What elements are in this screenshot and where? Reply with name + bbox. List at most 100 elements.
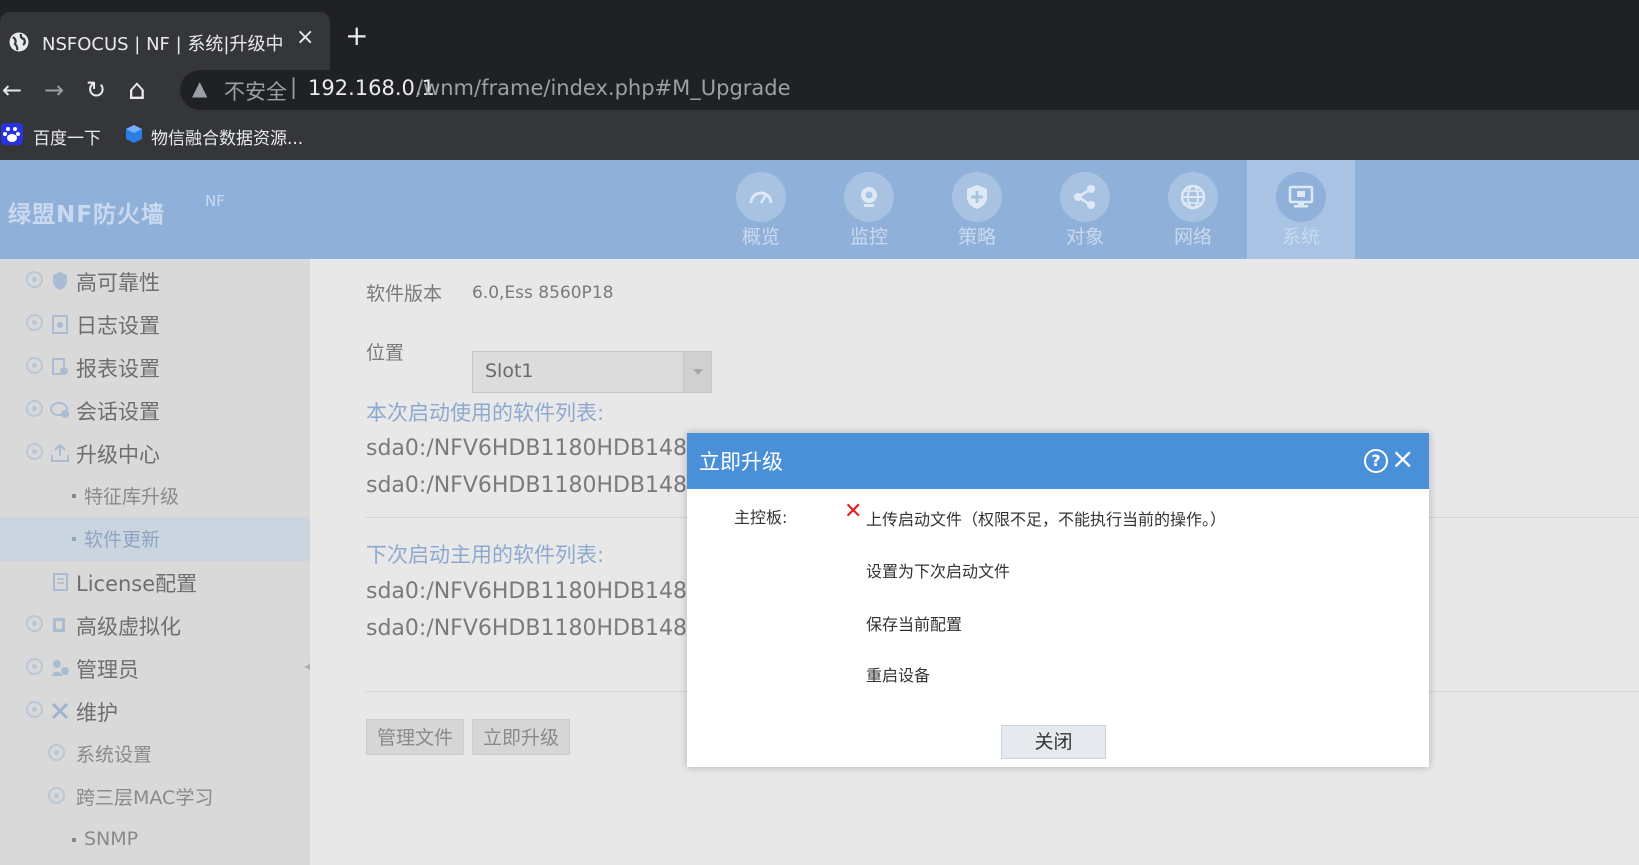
- help-icon[interactable]: ?: [1364, 449, 1388, 473]
- sidebar-item-signature-upgrade[interactable]: 特征库升级: [0, 474, 310, 518]
- app-logo-sub: NF: [205, 192, 225, 210]
- sidebar-item-mac-learning[interactable]: 跨三层MAC学习: [0, 775, 310, 819]
- close-icon[interactable]: ×: [1391, 443, 1414, 475]
- sidebar-item-log-settings[interactable]: 日志设置: [0, 302, 310, 346]
- upload-icon: [51, 443, 69, 462]
- sidebar-item-software-update[interactable]: 软件更新: [0, 517, 310, 561]
- browser-toolbar: ← → ↻ ⌂ ▲ 不安全 | 192.168.0.1 /wnm/frame/i…: [0, 70, 1639, 110]
- upgrade-now-button[interactable]: 立即升级: [472, 719, 571, 755]
- shield-plus-icon: [952, 172, 1002, 222]
- current-software-path: sda0:/NFV6HDB1180HDB1480: [366, 473, 702, 498]
- bullet: [72, 838, 76, 842]
- sidebar-item-label: SNMP: [84, 828, 139, 850]
- sidebar-item-virtualization[interactable]: 高级虚拟化: [0, 603, 310, 647]
- nav-monitor[interactable]: 监控: [815, 160, 923, 259]
- main-board-label: 主控板:: [734, 508, 788, 527]
- nav-system[interactable]: 系统: [1247, 160, 1355, 259]
- virtual-icon: [53, 618, 65, 632]
- sidebar-item-label: 报表设置: [76, 357, 160, 381]
- app-header: 绿盟NF防火墙 NF 概览 监控 策略 对象 网络 系统: [0, 160, 1639, 259]
- security-label: 不安全: [224, 80, 287, 104]
- current-software-path: sda0:/NFV6HDB1180HDB1480: [366, 436, 702, 461]
- expander-icon[interactable]: [26, 701, 43, 718]
- sidebar-item-admin[interactable]: 管理员: [0, 646, 310, 690]
- manage-files-button[interactable]: 管理文件: [366, 719, 465, 755]
- location-select-value: Slot1: [485, 360, 534, 382]
- bookmarks-bar: 百度一下 物信融合数据资源...: [0, 110, 1639, 160]
- new-tab-button[interactable]: +: [345, 22, 368, 50]
- sidebar-item-label: 会话设置: [76, 400, 160, 424]
- bullet: [72, 494, 76, 498]
- error-icon: ✕: [844, 499, 863, 524]
- location-select[interactable]: Slot1: [472, 351, 712, 393]
- step-upload: 上传启动文件（权限不足，不能执行当前的操作。）: [866, 510, 1227, 529]
- url-path: /wnm/frame/index.php#M_Upgrade: [416, 76, 791, 100]
- license-icon: [53, 573, 68, 591]
- tab-close-icon[interactable]: ×: [296, 25, 314, 50]
- sidebar-item-label: 跨三层MAC学习: [76, 787, 214, 809]
- upgrade-dialog: 立即升级 ? × 主控板: ✕ 上传启动文件（权限不足，不能执行当前的操作。） …: [687, 433, 1429, 767]
- expander-icon[interactable]: [26, 615, 43, 632]
- nav-object[interactable]: 对象: [1031, 160, 1139, 259]
- forward-icon[interactable]: →: [44, 70, 64, 110]
- expander-icon[interactable]: [26, 443, 43, 460]
- report-icon: [52, 358, 68, 375]
- sidebar-item-high-availability[interactable]: 高可靠性: [0, 259, 310, 303]
- nav-label: 系统: [1281, 226, 1320, 248]
- sidebar-item-label: 系统设置: [76, 744, 153, 766]
- back-icon[interactable]: ←: [2, 70, 22, 110]
- sidebar-item-session-settings[interactable]: 会话设置: [0, 388, 310, 432]
- monitor-icon: [1276, 172, 1326, 222]
- nav-label: 监控: [849, 226, 888, 248]
- close-button[interactable]: 关闭: [1001, 725, 1106, 759]
- next-software-title: 下次启动主用的软件列表:: [366, 543, 605, 567]
- sidebar-item-label: 管理员: [76, 658, 139, 682]
- sidebar-item-maintenance[interactable]: 维护: [0, 689, 310, 733]
- app-logo: 绿盟NF防火墙: [8, 202, 165, 228]
- warning-icon: ▲: [192, 76, 208, 100]
- dialog-header: 立即升级 ? ×: [687, 433, 1429, 489]
- separator: |: [290, 75, 298, 99]
- sidebar-collapse-handle[interactable]: ◂: [304, 659, 310, 673]
- globe-icon: [1168, 172, 1218, 222]
- sidebar-item-license[interactable]: License配置: [0, 560, 310, 604]
- expander-icon[interactable]: [26, 271, 43, 288]
- expander-icon[interactable]: [48, 787, 65, 804]
- reload-icon[interactable]: ↻: [86, 70, 106, 110]
- cube-icon: [126, 125, 142, 143]
- step-reboot: 重启设备: [866, 666, 931, 685]
- chat-icon: [50, 402, 69, 418]
- address-bar[interactable]: ▲ 不安全 | 192.168.0.1 /wnm/frame/index.php…: [180, 70, 1639, 110]
- sidebar-item-snmp[interactable]: SNMP: [0, 818, 310, 862]
- bookmark-baidu[interactable]: 百度一下: [33, 124, 101, 149]
- browser-tab[interactable]: NSFOCUS | NF | 系统|升级中心| ×: [0, 12, 330, 70]
- step-save-config: 保存当前配置: [866, 615, 963, 634]
- sidebar-item-upgrade-center[interactable]: 升级中心: [0, 431, 310, 475]
- sidebar-item-system-settings[interactable]: 系统设置: [0, 732, 310, 776]
- nav-label: 对象: [1065, 226, 1104, 248]
- nav-overview[interactable]: 概览: [707, 160, 815, 259]
- expander-icon[interactable]: [26, 357, 43, 374]
- bookmark-resource[interactable]: 物信融合数据资源...: [151, 124, 303, 149]
- users-icon: [51, 660, 69, 676]
- baidu-icon: [1, 123, 23, 145]
- chevron-down-icon[interactable]: [683, 352, 711, 392]
- home-icon[interactable]: ⌂: [128, 70, 146, 110]
- expander-icon[interactable]: [26, 400, 43, 417]
- nav-network[interactable]: 网络: [1139, 160, 1247, 259]
- nav-policy[interactable]: 策略: [923, 160, 1031, 259]
- sidebar-item-label: 软件更新: [84, 529, 161, 551]
- bullet: [72, 537, 76, 541]
- sidebar-item-report-settings[interactable]: 报表设置: [0, 345, 310, 389]
- expander-icon[interactable]: [26, 658, 43, 675]
- sidebar: 高可靠性 日志设置 报表设置 会话设置 升级中心 特征库升级 软件更新 Lice…: [0, 259, 310, 865]
- expander-icon[interactable]: [48, 744, 65, 761]
- sidebar-item-label: License配置: [76, 572, 198, 596]
- current-software-title: 本次启动使用的软件列表:: [366, 401, 605, 425]
- webcam-icon: [844, 172, 894, 222]
- log-icon: [52, 315, 68, 334]
- version-value: 6.0,Ess 8560P18: [472, 283, 614, 303]
- sidebar-item-label: 维护: [76, 701, 118, 725]
- expander-icon[interactable]: [26, 314, 43, 331]
- step-set-boot: 设置为下次启动文件: [866, 562, 1011, 581]
